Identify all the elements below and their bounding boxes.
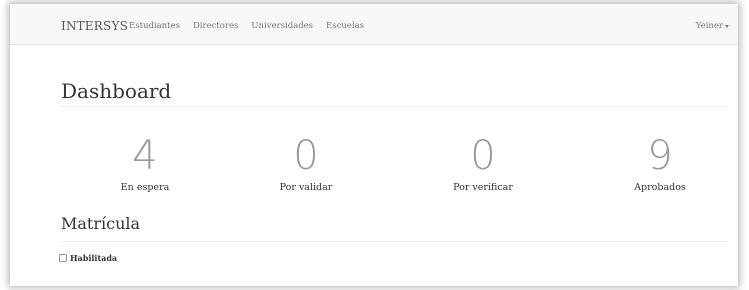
user-name: Yeiner — [695, 21, 723, 31]
caret-down-icon — [725, 24, 729, 28]
nav-link-directores[interactable]: Directores — [193, 21, 238, 31]
title-divider — [61, 106, 728, 107]
stat-value: 0 — [470, 133, 496, 179]
stat-label: Por verificar — [453, 182, 513, 193]
stat-aprobados: 9 Aprobados — [605, 134, 715, 193]
app-window: INTERSYS Estudiantes Directores Universi… — [10, 4, 738, 286]
page-title: Dashboard — [61, 79, 172, 103]
stat-label: Por validar — [279, 182, 333, 193]
user-menu[interactable]: Yeiner — [696, 21, 729, 31]
nav-links: Estudiantes Directores Universidades Esc… — [129, 21, 377, 31]
stat-en-espera: 4 En espera — [90, 134, 200, 193]
habilitada-checkbox-row[interactable]: Habilitada — [59, 253, 117, 263]
stat-label: En espera — [120, 182, 170, 193]
brand-link[interactable]: INTERSYS — [61, 19, 128, 33]
section-divider — [61, 241, 728, 242]
nav-link-escuelas[interactable]: Escuelas — [326, 21, 364, 31]
nav-link-universidades[interactable]: Universidades — [251, 21, 313, 31]
section-title-matricula: Matrícula — [61, 214, 141, 233]
nav-link-estudiantes[interactable]: Estudiantes — [129, 21, 180, 31]
stat-por-verificar: 0 Por verificar — [428, 134, 538, 193]
stat-value: 0 — [293, 133, 319, 179]
stat-label: Aprobados — [634, 182, 686, 193]
habilitada-checkbox[interactable] — [59, 254, 67, 262]
habilitada-label: Habilitada — [70, 253, 118, 263]
stat-value: 4 — [132, 133, 158, 179]
navbar: INTERSYS Estudiantes Directores Universi… — [10, 4, 738, 45]
stat-por-validar: 0 Por validar — [251, 134, 361, 193]
stat-value: 9 — [647, 133, 673, 179]
